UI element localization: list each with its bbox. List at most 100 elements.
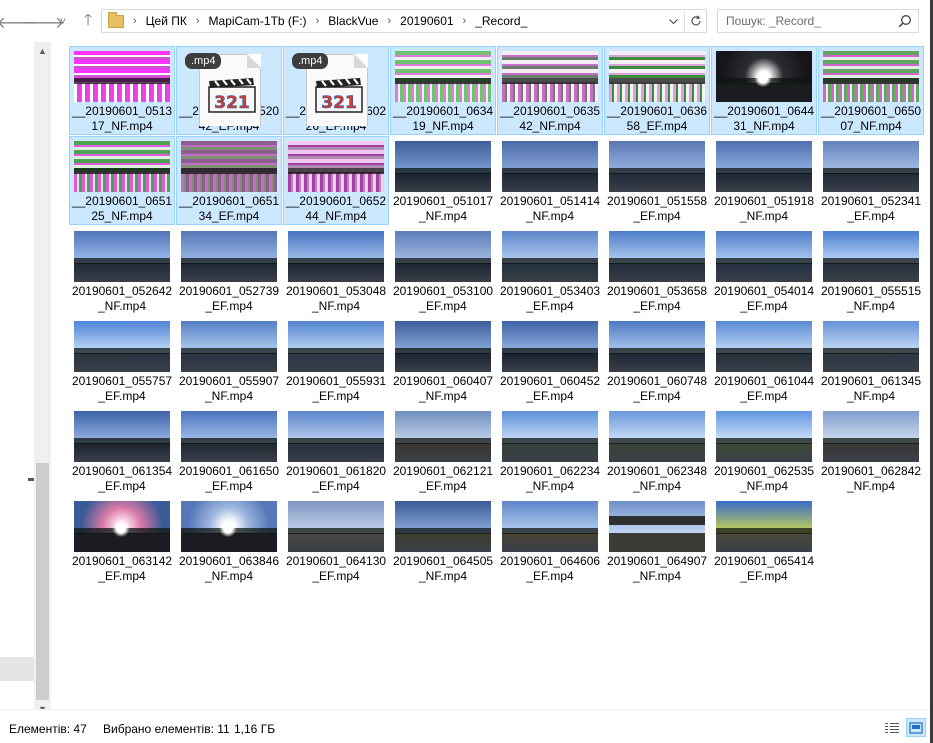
breadcrumb-blackvue[interactable]: BlackVue	[324, 14, 382, 28]
file-item[interactable]: __20190601_0651 25_NF.mp4	[69, 136, 175, 225]
file-name-label: 20190601_055515 _NF.mp4	[820, 284, 922, 313]
file-item[interactable]: 20190601_052642 _NF.mp4	[69, 226, 175, 315]
file-item[interactable]: __20190601_0651 34_EF.mp4	[176, 136, 282, 225]
scroll-up-arrow-icon[interactable]: ▲	[34, 42, 51, 59]
file-item[interactable]: 20190601_055757 _EF.mp4	[69, 316, 175, 405]
file-item[interactable]: 20190601_051918 _NF.mp4	[711, 136, 817, 225]
file-item[interactable]: 20190601_060452 _EF.mp4	[497, 316, 603, 405]
file-name-label: __20190601_0652 44_NF.mp4	[285, 194, 387, 223]
breadcrumb-separator[interactable]: ›	[382, 15, 396, 27]
file-item[interactable]: 20190601_064505 _NF.mp4	[390, 496, 496, 585]
file-item[interactable]: 20190601_062535 _NF.mp4	[711, 406, 817, 495]
file-item[interactable]: 20190601_053100 _EF.mp4	[390, 226, 496, 315]
file-item[interactable]: __20190601_0644 31_NF.mp4	[711, 46, 817, 135]
file-item[interactable]: 20190601_053048 _NF.mp4	[283, 226, 389, 315]
selected-count: Вибрано елементів: 11	[103, 722, 230, 736]
breadcrumb-separator[interactable]: ›	[458, 15, 472, 27]
file-item[interactable]: 20190601_062348 _NF.mp4	[604, 406, 710, 495]
file-item[interactable]: .mp4321__20190601_0520 42_EF.mp4	[176, 46, 282, 135]
thumbnail-treeline	[395, 437, 491, 444]
breadcrumb-separator[interactable]: ›	[311, 15, 325, 27]
video-thumbnail	[395, 141, 491, 192]
file-item[interactable]: 20190601_061044 _EF.mp4	[711, 316, 817, 405]
file-item[interactable]: 20190601_064907 _NF.mp4	[604, 496, 710, 585]
file-item[interactable]: 20190601_061354 _EF.mp4	[69, 406, 175, 495]
breadcrumb-drive[interactable]: MapiCam-1Tb (F:)	[205, 14, 311, 28]
file-item[interactable]: 20190601_055907 _NF.mp4	[176, 316, 282, 405]
file-item[interactable]: 20190601_061345 _NF.mp4	[818, 316, 924, 405]
file-name-label: __20190601_0651 34_EF.mp4	[178, 194, 280, 223]
file-item[interactable]: __20190601_0513 17_NF.mp4	[69, 46, 175, 135]
forward-button[interactable]: 🡒	[22, 11, 65, 33]
video-thumbnail	[181, 141, 277, 192]
thumbnail-ground	[288, 262, 384, 282]
file-item[interactable]: 20190601_062842 _NF.mp4	[818, 406, 924, 495]
video-thumbnail	[288, 501, 384, 552]
file-item[interactable]: 20190601_053403 _EF.mp4	[497, 226, 603, 315]
file-item[interactable]: 20190601_052341 _EF.mp4	[818, 136, 924, 225]
breadcrumb-record[interactable]: _Record_	[471, 14, 531, 28]
nav-pane-selected-item[interactable]	[0, 657, 34, 681]
breadcrumb-separator[interactable]: ›	[191, 15, 205, 27]
recent-locations-button[interactable]: ˅	[56, 11, 70, 33]
file-item[interactable]: 20190601_065414 _EF.mp4	[711, 496, 817, 585]
file-item[interactable]: 20190601_055931 _EF.mp4	[283, 316, 389, 405]
file-item[interactable]: 20190601_062121 _EF.mp4	[390, 406, 496, 495]
large-icons-view-button[interactable]	[906, 718, 926, 737]
file-item[interactable]: 20190601_052739 _EF.mp4	[176, 226, 282, 315]
thumbnail-treeline	[609, 77, 705, 84]
file-item[interactable]: 20190601_064606 _EF.mp4	[497, 496, 603, 585]
details-view-button[interactable]	[882, 718, 902, 737]
file-item[interactable]: 20190601_054014 _EF.mp4	[711, 226, 817, 315]
breadcrumb-this-pc[interactable]: Цей ПК	[142, 14, 191, 28]
details-view-icon	[885, 722, 899, 733]
file-item[interactable]: 20190601_051017 _NF.mp4	[390, 136, 496, 225]
file-item[interactable]: .mp4321__20190601_0602 26_EF.mp4	[283, 46, 389, 135]
file-item[interactable]: 20190601_064130 _EF.mp4	[283, 496, 389, 585]
video-thumbnail	[74, 501, 170, 552]
up-button[interactable]: 🡑	[77, 11, 99, 33]
file-view[interactable]: __20190601_0513 17_NF.mp4 .mp4 321 __201906…	[51, 42, 930, 709]
file-name-label: __20190601_0635 42_NF.mp4	[499, 104, 601, 133]
navigation-pane[interactable]	[0, 42, 34, 709]
file-item[interactable]: 20190601_051558 _EF.mp4	[604, 136, 710, 225]
file-item[interactable]: 20190601_062234 _NF.mp4	[497, 406, 603, 495]
thumbnail-treeline	[823, 167, 919, 174]
view-switcher	[882, 718, 926, 737]
file-name-label: __20190601_0650 07_NF.mp4	[820, 104, 922, 133]
file-item[interactable]: __20190601_0652 44_NF.mp4	[283, 136, 389, 225]
file-item[interactable]: 20190601_055515 _NF.mp4	[818, 226, 924, 315]
breadcrumb-separator[interactable]: ›	[128, 15, 142, 27]
file-item[interactable]: 20190601_060407 _NF.mp4	[390, 316, 496, 405]
scrollbar-thumb[interactable]	[36, 463, 49, 700]
address-bar[interactable]: › Цей ПК › MapiCam-1Tb (F:) › BlackVue ›…	[101, 9, 707, 33]
refresh-button[interactable]	[684, 10, 706, 32]
search-input[interactable]: Пошук: _Record_	[717, 9, 919, 33]
file-grid: __20190601_0513 17_NF.mp4 .mp4 321 __201906…	[69, 46, 925, 586]
video-thumbnail	[609, 411, 705, 462]
file-item[interactable]: 20190601_060748 _EF.mp4	[604, 316, 710, 405]
file-item[interactable]: 20190601_053658 _EF.mp4	[604, 226, 710, 315]
thumbnail-ground	[609, 532, 705, 552]
address-dropdown-button[interactable]	[664, 13, 682, 30]
file-item[interactable]: __20190601_0634 19_NF.mp4	[390, 46, 496, 135]
file-name-label: 20190601_055907 _NF.mp4	[178, 374, 280, 403]
nav-pane-scrollbar[interactable]: ▲ ▼	[34, 42, 51, 717]
file-item[interactable]: 20190601_051414 _NF.mp4	[497, 136, 603, 225]
file-name-label: 20190601_060407 _NF.mp4	[392, 374, 494, 403]
file-name-label: 20190601_053658 _EF.mp4	[606, 284, 708, 313]
bridge-shape	[609, 516, 705, 526]
file-item[interactable]: __20190601_0635 42_NF.mp4	[497, 46, 603, 135]
file-name-label: 20190601_052739 _EF.mp4	[178, 284, 280, 313]
thumbnail-treeline	[288, 167, 384, 174]
file-item[interactable]: 20190601_061650 _EF.mp4	[176, 406, 282, 495]
file-item[interactable]: 20190601_063846 _NF.mp4	[176, 496, 282, 585]
file-item[interactable]: __20190601_0636 58_EF.mp4	[604, 46, 710, 135]
breadcrumb-date-folder[interactable]: 20190601	[396, 14, 457, 28]
file-item[interactable]: __20190601_0650 07_NF.mp4	[818, 46, 924, 135]
video-thumbnail	[74, 141, 170, 192]
file-item[interactable]: 20190601_063142 _EF.mp4	[69, 496, 175, 585]
thumbnail-ground	[395, 172, 491, 192]
search-icon[interactable]	[898, 14, 912, 28]
file-item[interactable]: 20190601_061820 _EF.mp4	[283, 406, 389, 495]
